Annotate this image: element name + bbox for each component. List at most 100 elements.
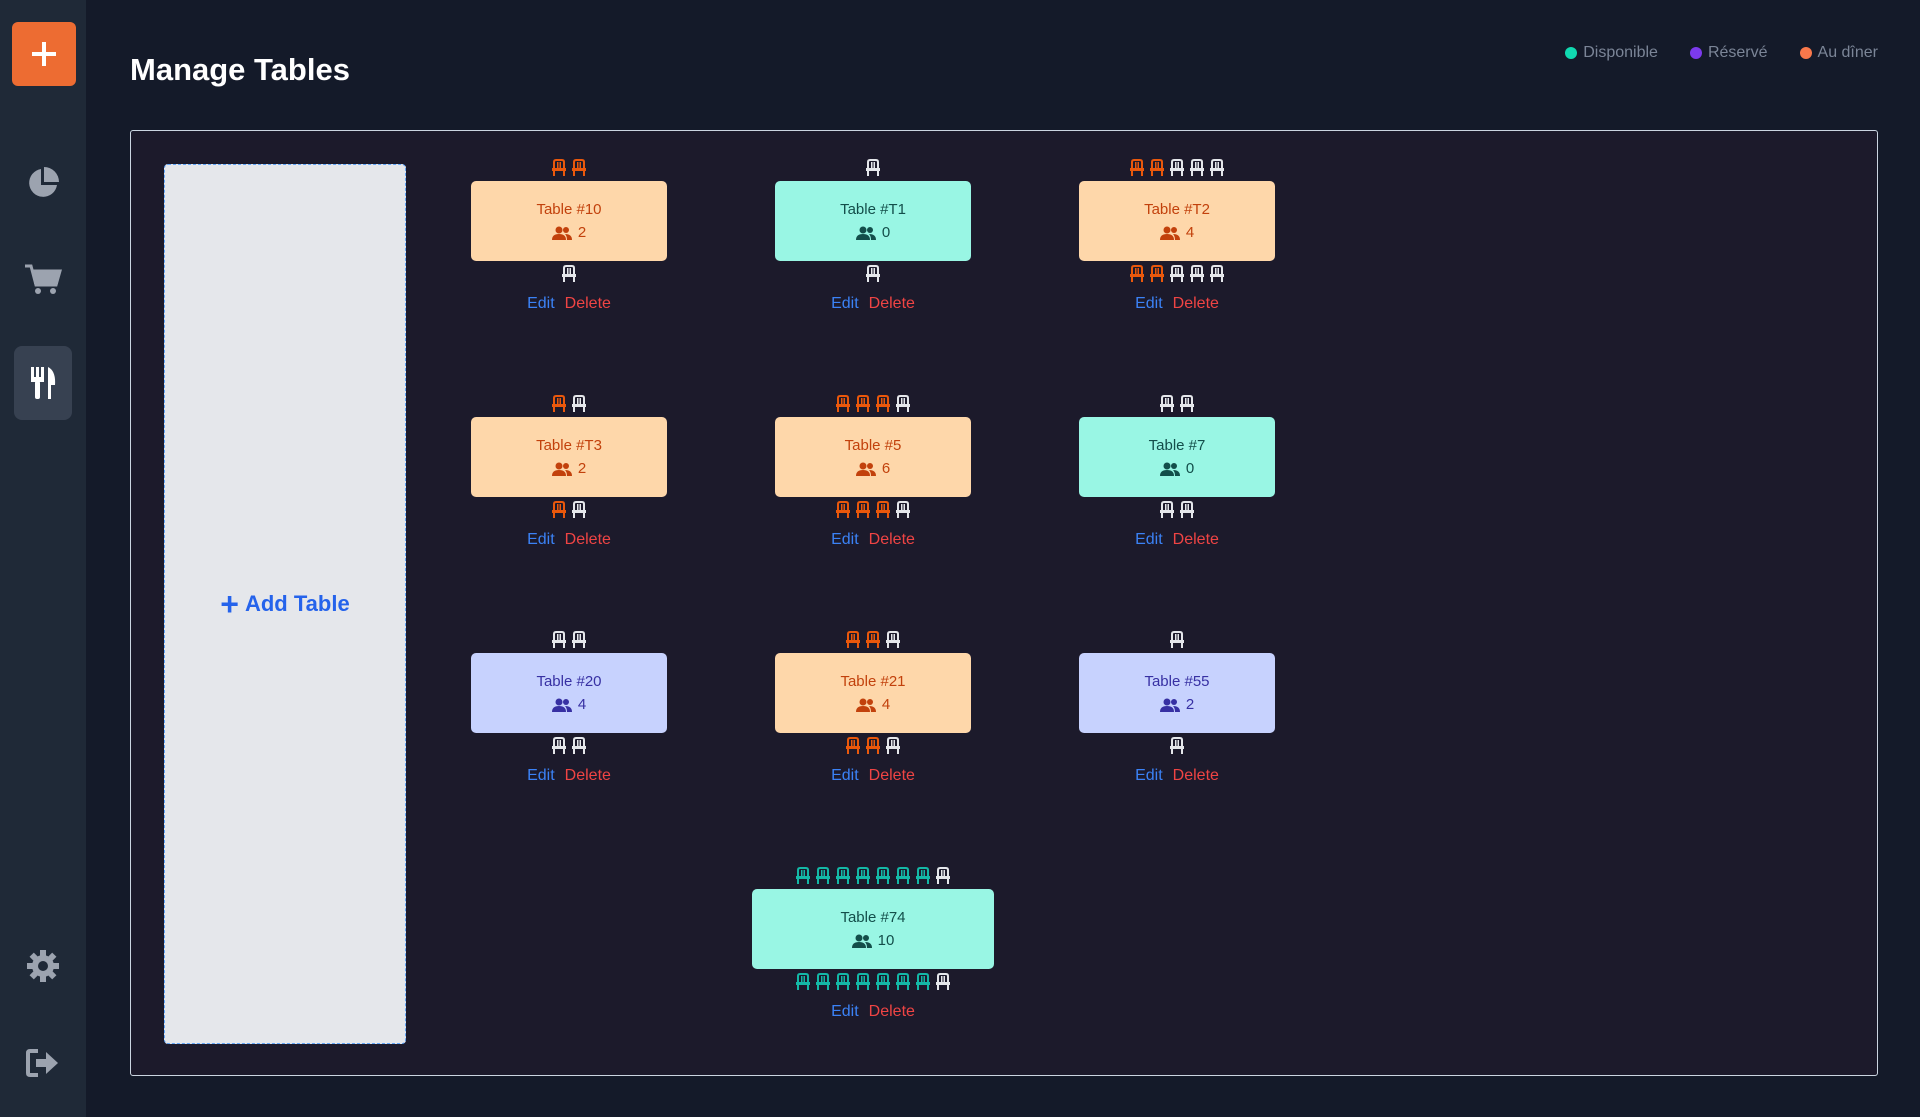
table-item: Table #T2 4 Edit Delete — [1027, 159, 1327, 313]
table-card[interactable]: Table #21 4 — [775, 653, 971, 733]
edit-link[interactable]: Edit — [831, 531, 859, 549]
chair-icon — [552, 159, 566, 176]
people-icon — [1159, 226, 1180, 240]
edit-link[interactable]: Edit — [831, 767, 859, 785]
sidebar-item-orders[interactable] — [14, 243, 72, 317]
people-icon — [551, 698, 572, 712]
edit-link[interactable]: Edit — [1135, 767, 1163, 785]
sidebar-item-logout[interactable] — [14, 1026, 72, 1100]
status-legend: Disponible Réservé Au dîner — [1565, 44, 1878, 62]
sidebar-item-tables[interactable] — [14, 346, 72, 420]
chair-icon — [866, 737, 880, 754]
chair-icon — [1130, 159, 1144, 176]
edit-link[interactable]: Edit — [831, 1003, 859, 1021]
delete-link[interactable]: Delete — [565, 295, 611, 313]
chair-row-top — [723, 631, 1023, 649]
chair-icon — [886, 631, 900, 648]
table-item: Table #5 6 Edit Delete — [723, 395, 1023, 549]
table-card[interactable]: Table #55 2 — [1079, 653, 1275, 733]
delete-link[interactable]: Delete — [1173, 767, 1219, 785]
chair-row-bottom — [419, 265, 719, 283]
table-card[interactable]: Table #T2 4 — [1079, 181, 1275, 261]
sidebar-item-dashboard[interactable] — [14, 146, 72, 220]
chair-row-top — [1027, 631, 1327, 649]
delete-link[interactable]: Delete — [869, 1003, 915, 1021]
chair-icon — [796, 973, 810, 990]
add-button[interactable] — [12, 22, 76, 86]
chair-icon — [572, 501, 586, 518]
people-icon — [851, 934, 872, 948]
chair-icon — [876, 395, 890, 412]
guest-count: 4 — [855, 696, 890, 713]
guest-count: 4 — [551, 696, 586, 713]
delete-link[interactable]: Delete — [1173, 531, 1219, 549]
chair-icon — [866, 265, 880, 282]
chair-icon — [936, 867, 950, 884]
edit-link[interactable]: Edit — [1135, 295, 1163, 313]
people-icon — [1159, 462, 1180, 476]
chair-icon — [572, 631, 586, 648]
page-title: Manage Tables — [130, 52, 350, 87]
table-item: Table #7 0 Edit Delete — [1027, 395, 1327, 549]
sidebar-item-settings[interactable] — [14, 929, 72, 1003]
add-table-button[interactable]: + Add Table — [164, 164, 406, 1044]
guest-count: 2 — [551, 224, 586, 241]
chair-icon — [572, 737, 586, 754]
table-card[interactable]: Table #7 0 — [1079, 417, 1275, 497]
table-card[interactable]: Table #74 10 — [752, 889, 994, 969]
edit-link[interactable]: Edit — [1135, 531, 1163, 549]
chair-icon — [1190, 159, 1204, 176]
edit-link[interactable]: Edit — [831, 295, 859, 313]
chair-icon — [856, 867, 870, 884]
chair-icon — [1150, 159, 1164, 176]
table-card[interactable]: Table #10 2 — [471, 181, 667, 261]
chair-icon — [896, 501, 910, 518]
chair-icon — [1170, 265, 1184, 282]
chair-row-bottom — [1027, 265, 1327, 283]
chair-icon — [552, 737, 566, 754]
table-card[interactable]: Table #T3 2 — [471, 417, 667, 497]
edit-link[interactable]: Edit — [527, 767, 555, 785]
chair-icon — [552, 501, 566, 518]
table-card[interactable]: Table #T1 0 — [775, 181, 971, 261]
logout-icon — [26, 1049, 58, 1077]
gear-icon — [27, 950, 59, 982]
chair-row-top — [1027, 395, 1327, 413]
chair-icon — [866, 631, 880, 648]
chair-row-top — [1027, 159, 1327, 177]
table-name: Table #21 — [840, 673, 906, 690]
utensils-icon — [31, 367, 56, 399]
sidebar — [0, 0, 86, 1117]
status-dot — [1565, 47, 1578, 59]
chair-icon — [836, 973, 850, 990]
delete-link[interactable]: Delete — [869, 531, 915, 549]
edit-link[interactable]: Edit — [527, 531, 555, 549]
guest-count-value: 0 — [881, 224, 891, 241]
edit-link[interactable]: Edit — [527, 295, 555, 313]
table-name: Table #74 — [840, 909, 906, 926]
table-actions: Edit Delete — [419, 767, 719, 785]
legend-item-available: Disponible — [1565, 44, 1658, 62]
plus-icon — [32, 42, 56, 66]
chair-icon — [1130, 265, 1144, 282]
chair-icon — [856, 501, 870, 518]
chair-icon — [816, 973, 830, 990]
delete-link[interactable]: Delete — [565, 767, 611, 785]
chair-row-top — [723, 395, 1023, 413]
table-card[interactable]: Table #5 6 — [775, 417, 971, 497]
delete-link[interactable]: Delete — [869, 767, 915, 785]
chair-icon — [856, 395, 870, 412]
table-name: Table #7 — [1148, 437, 1206, 454]
pie-chart-icon — [29, 167, 59, 197]
delete-link[interactable]: Delete — [869, 295, 915, 313]
guest-count-value: 2 — [577, 460, 587, 477]
chair-row-top — [723, 867, 1023, 885]
chair-row-bottom — [1027, 737, 1327, 755]
table-card[interactable]: Table #20 4 — [471, 653, 667, 733]
chair-icon — [1180, 395, 1194, 412]
guest-count: 6 — [855, 460, 890, 477]
delete-link[interactable]: Delete — [1173, 295, 1219, 313]
guest-count-value: 10 — [877, 932, 895, 949]
guest-count-value: 2 — [1185, 696, 1195, 713]
delete-link[interactable]: Delete — [565, 531, 611, 549]
